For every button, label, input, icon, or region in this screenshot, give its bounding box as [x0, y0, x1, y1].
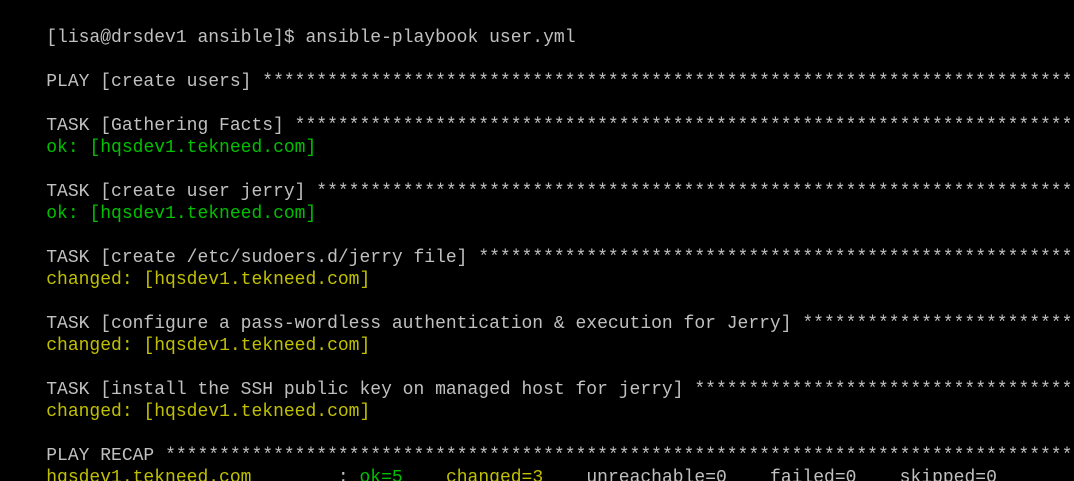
recap-changed: changed=3: [445, 468, 544, 481]
separator-stars: ****************************************…: [316, 182, 1074, 202]
task-result-host: [hqsdev1.tekneed.com]: [143, 402, 371, 422]
recap-header-line: PLAY RECAP *****************************…: [3, 423, 1074, 466]
recap-separator: :: [337, 468, 349, 481]
task-header-line: TASK [install the SSH public key on mana…: [3, 357, 1074, 400]
recap-skipped: skipped=0: [899, 468, 997, 481]
task-result-status: changed:: [46, 402, 133, 422]
task-result-status: changed:: [46, 270, 133, 290]
task-result-line: ok: [hqsdev1.tekneed.com]: [3, 115, 316, 158]
task-result-line: changed: [hqsdev1.tekneed.com]: [3, 247, 370, 290]
separator-stars: ****************************************…: [478, 248, 1074, 268]
task-header-line: TASK [configure a pass-wordless authenti…: [3, 291, 1074, 334]
task-header-line: TASK [Gathering Facts] *****************…: [3, 93, 1074, 136]
separator-stars: ****************************************…: [694, 380, 1074, 400]
task-result-line: changed: [hqsdev1.tekneed.com]: [3, 379, 370, 422]
terminal-window[interactable]: [lisa@drsdev1 ansible]$ ansible-playbook…: [0, 0, 1074, 481]
separator-stars: ****************************************…: [294, 116, 1074, 136]
recap-failed: failed=0: [770, 468, 857, 481]
prompt-command: [lisa@drsdev1 ansible]$ ansible-playbook…: [46, 28, 576, 48]
task-result-line: ok: [hqsdev1.tekneed.com]: [3, 181, 316, 224]
prompt-line: [lisa@drsdev1 ansible]$ ansible-playbook…: [3, 5, 575, 48]
task-result-status: ok:: [46, 138, 79, 158]
task-header-line: TASK [create /etc/sudoers.d/jerry file] …: [3, 225, 1074, 268]
task-result-host: [hqsdev1.tekneed.com]: [89, 204, 317, 224]
task-result-status: ok:: [46, 204, 79, 224]
task-result-host: [hqsdev1.tekneed.com]: [143, 336, 371, 356]
recap-unreachable: unreachable=0: [586, 468, 727, 481]
play-header: PLAY [create users]: [46, 72, 252, 92]
recap-host: hqsdev1.tekneed.com: [46, 468, 252, 481]
task-result-line: changed: [hqsdev1.tekneed.com]: [3, 313, 370, 356]
separator-stars: ****************************************…: [802, 314, 1074, 334]
task-result-status: changed:: [46, 336, 133, 356]
recap-ok: ok=5: [359, 468, 403, 481]
task-result-host: [hqsdev1.tekneed.com]: [89, 138, 317, 158]
play-header-line: PLAY [create users] ********************…: [3, 49, 1074, 92]
recap-line: hqsdev1.tekneed.com : ok=5 changed=3 unr…: [3, 445, 997, 481]
task-header-line: TASK [create user jerry] ***************…: [3, 159, 1074, 202]
task-result-host: [hqsdev1.tekneed.com]: [143, 270, 371, 290]
separator-stars: ****************************************…: [262, 72, 1074, 92]
